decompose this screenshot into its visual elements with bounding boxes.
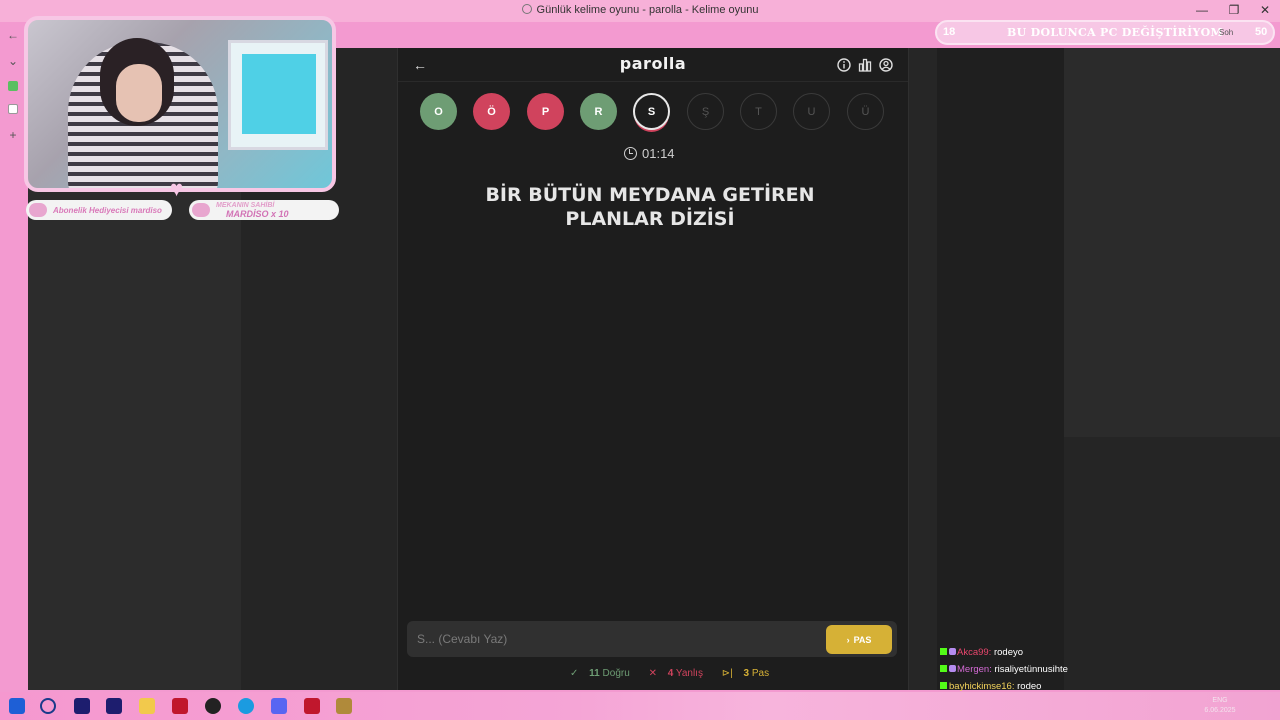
sub-badge-icon — [949, 648, 956, 655]
back-nav-icon[interactable]: ← — [6, 28, 20, 42]
chat-label: Soh — [1219, 28, 1234, 37]
question-text: BİR BÜTÜN MEYDANA GETİREN PLANLAR DİZİSİ — [485, 184, 815, 230]
edge-icon[interactable] — [238, 698, 254, 714]
letter-circle: Ü — [847, 93, 884, 130]
game-panel — [397, 48, 909, 690]
letter-circle: T — [740, 93, 777, 130]
folder-icon[interactable] — [139, 698, 155, 714]
answer-field — [407, 621, 897, 657]
app-icon-2[interactable] — [304, 698, 320, 714]
goal-current: 18 — [943, 26, 956, 38]
webcam-pc-lights — [242, 54, 316, 134]
window-title: Günlük kelime oyunu - parolla - Kelime o… — [0, 4, 1280, 16]
letter-circle: O — [420, 93, 457, 130]
timer: 01:14 — [624, 146, 694, 162]
clock-icon — [624, 147, 637, 160]
restore-button[interactable]: ❐ — [1224, 3, 1244, 17]
add-sidebar-icon[interactable]: + — [6, 128, 20, 142]
heart-icon: ♥ — [170, 176, 184, 201]
stats-icon[interactable] — [858, 58, 872, 72]
chevron-down-icon[interactable]: ⌄ — [6, 54, 20, 68]
letter-circle-current: S — [633, 93, 670, 130]
answer-input[interactable] — [417, 629, 817, 649]
letter-circle: Ş — [687, 93, 724, 130]
taskbar — [0, 692, 1280, 720]
taskbar-clock: ENG 6.06.2025 — [1204, 697, 1236, 714]
game-title: parolla — [619, 54, 687, 73]
pas-button[interactable]: › PAS — [826, 625, 892, 654]
webcam-overlay — [24, 16, 336, 192]
chat-message: Mergen: risaliyetünnusihte — [940, 661, 1140, 678]
check-icon: ✓ — [570, 668, 579, 679]
league-icon[interactable] — [336, 698, 352, 714]
sub-gifter-bar: Abonelik Hediyecisi mardiso — [26, 200, 172, 220]
goal-bar: 18 BU DOLUNCA PC DEĞİŞTİRİYOM Soh 50 — [935, 20, 1275, 45]
crown-badge-icon — [192, 203, 210, 217]
chevron-right-icon: › — [846, 634, 850, 645]
close-window-button[interactable]: ✕ — [1255, 3, 1275, 17]
goal-text: BU DOLUNCA PC DEĞİŞTİRİYOM — [1007, 26, 1224, 39]
correct-stat: ✓ 11 Doğru — [570, 668, 630, 679]
chat-message: Akca99: rodeyo — [940, 644, 1140, 661]
media-encoder-icon[interactable] — [106, 698, 122, 714]
search-icon[interactable] — [40, 698, 56, 714]
skip-icon: ⊳| — [721, 668, 733, 679]
letter-circle: P — [527, 93, 564, 130]
sidebar-app-icon[interactable] — [8, 81, 18, 91]
gift-badge-icon — [29, 203, 47, 217]
sidebar-player-icon[interactable] — [8, 104, 18, 114]
minimize-button[interactable]: — — [1192, 3, 1212, 17]
discord-icon[interactable] — [271, 698, 287, 714]
page-favicon-icon — [521, 4, 532, 14]
owner-bar: MEKANIN SAHİBİ MARDİSO x 10 — [189, 200, 339, 220]
obs-icon[interactable] — [205, 698, 221, 714]
kick-badge-icon — [940, 648, 947, 655]
chat-messages: Akca99: rodeyo Mergen: risaliyetünnusiht… — [940, 644, 1140, 695]
letter-circle: Ö — [473, 93, 510, 130]
wrong-stat: ✕ 4 Yanlış — [648, 668, 703, 679]
profile-icon[interactable] — [879, 58, 893, 72]
timer-value: 01:14 — [642, 146, 675, 161]
sub-badge-icon — [949, 665, 956, 672]
goal-target: 50 — [1255, 26, 1268, 38]
webcam-streamer-face — [116, 64, 162, 122]
letter-circle: U — [793, 93, 830, 130]
cross-icon: ✕ — [648, 668, 657, 679]
back-button[interactable]: ← — [412, 57, 428, 73]
premiere-icon[interactable] — [74, 698, 90, 714]
letter-circle: R — [580, 93, 617, 130]
letter-progress: O Ö P R S Ş T U Ü — [420, 93, 890, 133]
kick-badge-icon — [940, 665, 947, 672]
app-icon[interactable] — [172, 698, 188, 714]
pass-stat: ⊳| 3 Pas — [721, 668, 770, 679]
chat-overlay-area — [937, 48, 1064, 690]
score-stats: ✓ 11 Doğru ✕ 4 Yanlış ⊳| 3 Pas — [570, 668, 770, 679]
kick-badge-icon — [940, 682, 947, 689]
info-icon[interactable] — [837, 58, 851, 72]
start-icon[interactable] — [9, 698, 25, 714]
browser-sidebar: ← ⌄ + — [0, 22, 26, 692]
header-divider — [398, 81, 908, 82]
